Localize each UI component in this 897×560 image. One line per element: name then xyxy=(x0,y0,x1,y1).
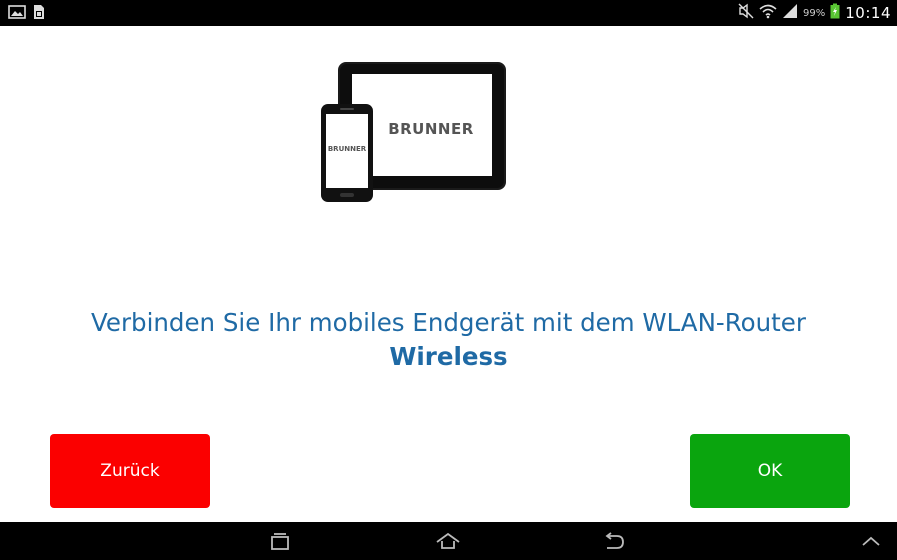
back-button-label: Zurück xyxy=(100,461,160,481)
status-bar: 99% 10:14 xyxy=(0,0,897,26)
battery-percent: 99% xyxy=(803,7,826,19)
network-name: Wireless xyxy=(389,342,508,371)
back-button[interactable]: Zurück xyxy=(50,434,210,508)
image-icon xyxy=(8,4,26,20)
devices-illustration: BRUNNER BRUNNER xyxy=(318,62,508,204)
home-icon[interactable] xyxy=(418,522,478,560)
signal-icon xyxy=(782,3,798,23)
ok-button-label: OK xyxy=(757,461,783,481)
recent-apps-icon[interactable] xyxy=(250,522,310,560)
battery-charging-icon xyxy=(830,3,840,23)
sim-icon xyxy=(32,4,50,20)
wifi-icon xyxy=(759,3,777,23)
clock: 10:14 xyxy=(845,4,891,22)
instruction-text: Verbinden Sie Ihr mobiles Endgerät mit d… xyxy=(91,308,806,337)
tablet-brand-logo: BRUNNER xyxy=(388,120,474,138)
back-icon[interactable] xyxy=(584,522,644,560)
mute-icon xyxy=(738,3,754,23)
connect-instruction: Verbinden Sie Ihr mobiles Endgerät mit d… xyxy=(40,306,857,374)
chevron-up-icon[interactable] xyxy=(846,522,896,560)
ok-button[interactable]: OK xyxy=(690,434,850,508)
navigation-bar xyxy=(0,522,897,560)
phone-brand-logo: BRUNNER xyxy=(327,145,367,153)
